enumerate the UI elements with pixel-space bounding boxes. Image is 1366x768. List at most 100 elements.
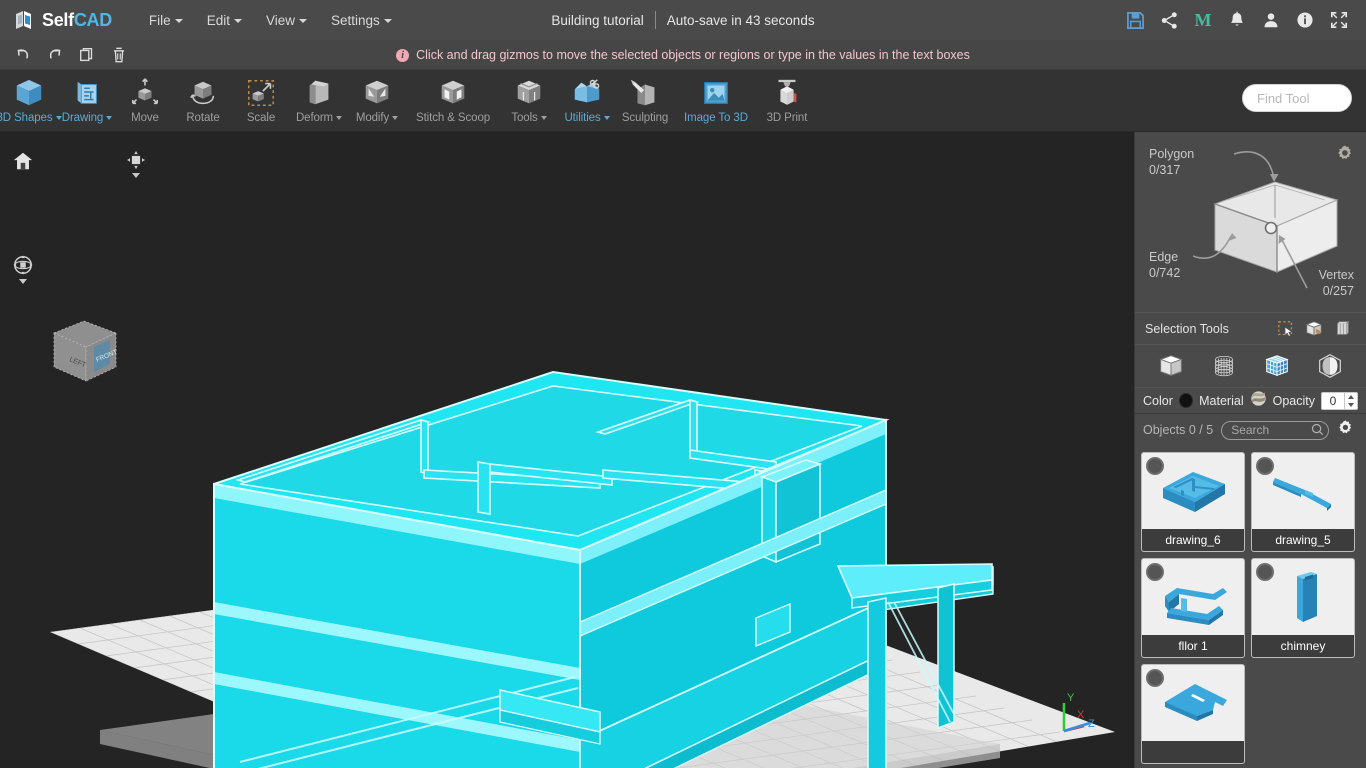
home-view-button[interactable]: [12, 150, 34, 177]
tool-deform[interactable]: Deform: [290, 70, 348, 132]
history-tools: [8, 42, 134, 68]
view-preset-button[interactable]: [126, 150, 146, 178]
object-select-toggle[interactable]: [1256, 563, 1274, 581]
object-select-toggle[interactable]: [1146, 669, 1164, 687]
3d-print-icon: [771, 76, 803, 110]
list-item[interactable]: drawing_6: [1141, 452, 1245, 552]
stitch-scoop-icon: [437, 76, 469, 110]
tool-rotate[interactable]: Rotate: [174, 70, 232, 132]
chevron-down-icon: [298, 18, 307, 23]
info-icon[interactable]: [1288, 3, 1322, 37]
selection-info-panel: Polygon 0/317 Edge 0/742 Vertex 0/257: [1135, 132, 1366, 312]
tool-label-move: Move: [131, 112, 159, 124]
flat-slab-thumbnail: [1165, 684, 1227, 721]
opacity-increment-button[interactable]: [1345, 393, 1357, 401]
caret-down-icon: [1348, 402, 1354, 407]
navigation-mode-button[interactable]: [12, 254, 34, 284]
list-item[interactable]: drawing_5: [1251, 452, 1355, 552]
duplicate-button[interactable]: [72, 42, 102, 68]
redo-button[interactable]: [40, 42, 70, 68]
tool-label-tools: Tools: [511, 112, 547, 124]
tool-scale[interactable]: Scale: [232, 70, 290, 132]
selfcad-logo[interactable]: SelfCAD: [14, 9, 112, 31]
tool-move[interactable]: Move: [116, 70, 174, 132]
material-bar: Color Material Opacity: [1135, 388, 1366, 414]
magic-m-icon[interactable]: M: [1186, 3, 1220, 37]
box-select-icon[interactable]: [1300, 316, 1328, 342]
tools-icon: [513, 76, 545, 110]
tool-modify[interactable]: Modify: [348, 70, 406, 132]
chevron-down-icon: [383, 18, 392, 23]
chevron-down-icon[interactable]: [19, 279, 27, 284]
top-bar-icons: M: [1118, 0, 1356, 40]
shaded-mode-icon[interactable]: [1310, 348, 1350, 384]
tool-label-image-to-3d: Image To 3D: [684, 112, 748, 124]
opacity-spinner[interactable]: [1344, 392, 1357, 409]
opacity-decrement-button[interactable]: [1345, 401, 1357, 409]
menu-item-edit[interactable]: Edit: [196, 7, 253, 34]
objects-settings-gear-icon[interactable]: [1337, 419, 1354, 441]
selection-settings-gear-icon[interactable]: [1336, 144, 1354, 167]
fullscreen-icon[interactable]: [1322, 3, 1356, 37]
3d-viewport[interactable]: LEFT FRONT Y X Z: [0, 132, 1134, 768]
rect-select-icon[interactable]: [1272, 316, 1300, 342]
find-tool-input[interactable]: [1242, 84, 1352, 112]
sculpting-icon: [629, 76, 661, 110]
tool-label-stitch-scoop: Stitch & Scoop: [416, 112, 491, 124]
share-icon[interactable]: [1152, 3, 1186, 37]
object-select-toggle[interactable]: [1146, 563, 1164, 581]
display-mode-bar: [1135, 344, 1366, 388]
list-item[interactable]: [1141, 664, 1245, 764]
chevron-down-icon[interactable]: [132, 173, 140, 178]
object-name: chimney: [1252, 635, 1354, 657]
box-rooms-thumbnail: [1163, 472, 1225, 512]
info-icon: i: [396, 48, 410, 62]
list-item[interactable]: fllor 1: [1141, 558, 1245, 658]
home-icon: [13, 152, 33, 170]
tool-drawing[interactable]: Drawing: [58, 70, 116, 132]
vertex-count-label: Vertex 0/257: [1319, 267, 1354, 299]
polygon-count: 0/317: [1149, 163, 1181, 177]
delete-button[interactable]: [104, 42, 134, 68]
save-icon[interactable]: [1118, 3, 1152, 37]
object-name: fllor 1: [1142, 635, 1244, 657]
color-swatch[interactable]: [1178, 393, 1194, 408]
tool-label-sculpting: Sculpting: [621, 112, 669, 124]
edge-count-label: Edge 0/742: [1149, 249, 1180, 281]
tool-tools[interactable]: Tools: [500, 70, 558, 132]
opacity-input[interactable]: [1322, 392, 1344, 409]
menu-item-file[interactable]: File: [138, 7, 194, 34]
document-title[interactable]: Building tutorial: [551, 13, 643, 28]
material-label[interactable]: Material: [1199, 394, 1243, 408]
loop-select-icon[interactable]: [1328, 316, 1356, 342]
tool-3d-shapes[interactable]: 3D Shapes: [0, 70, 62, 132]
menu-item-settings[interactable]: Settings: [320, 7, 403, 34]
notifications-bell-icon[interactable]: [1220, 3, 1254, 37]
thin-beam-thumbnail: [1273, 478, 1331, 511]
menu-item-view[interactable]: View: [255, 7, 318, 34]
rotate-icon: [187, 76, 219, 110]
polygon-mode-icon[interactable]: [1257, 348, 1297, 384]
tool-sculpting[interactable]: Sculpting: [616, 70, 674, 132]
building-model: [213, 370, 994, 768]
objects-search-input[interactable]: [1221, 420, 1330, 440]
menu-label-edit: Edit: [206, 12, 230, 28]
tool-stitch-scoop[interactable]: Stitch & Scoop: [406, 70, 500, 132]
wireframe-mode-icon[interactable]: [1204, 348, 1244, 384]
view-cube[interactable]: LEFT FRONT: [40, 307, 126, 398]
tool-label-3d-shapes: 3D Shapes: [0, 112, 62, 124]
user-account-icon[interactable]: [1254, 3, 1288, 37]
object-mode-icon[interactable]: [1151, 348, 1191, 384]
object-select-toggle[interactable]: [1146, 457, 1164, 475]
tool-image-to-3d[interactable]: Image To 3D: [674, 70, 758, 132]
main-toolbar: 3D Shapes Drawing Move Rotate Scale Defo…: [0, 70, 1366, 132]
polygon-count-label: Polygon 0/317: [1149, 146, 1194, 178]
tool-utilities[interactable]: Utilities: [558, 70, 616, 132]
material-icon[interactable]: [1250, 390, 1267, 412]
opacity-stepper[interactable]: [1321, 391, 1358, 410]
polygon-label: Polygon: [1149, 147, 1195, 161]
undo-button[interactable]: [8, 42, 38, 68]
tool-3d-print[interactable]: 3D Print: [758, 70, 816, 132]
list-item[interactable]: chimney: [1251, 558, 1355, 658]
object-select-toggle[interactable]: [1256, 457, 1274, 475]
